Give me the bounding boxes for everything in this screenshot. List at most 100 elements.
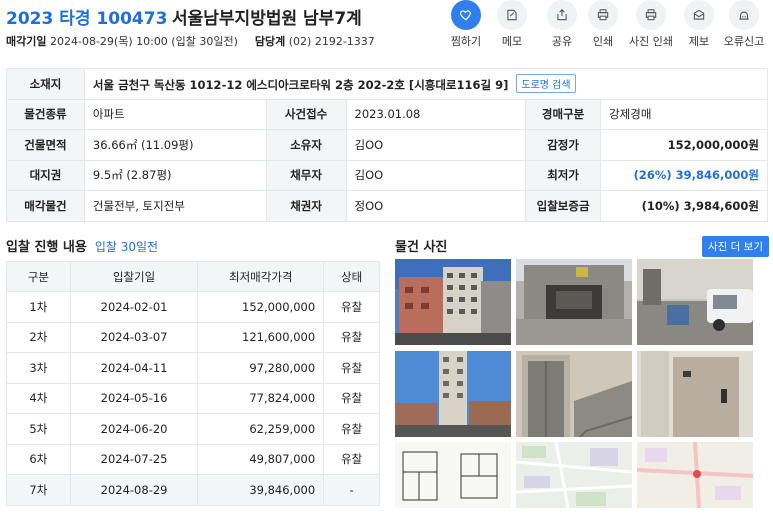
table-row: 1차 2024-02-01 152,000,000 유찰 [6,291,380,323]
auction-type-label: 경매구분 [525,98,602,130]
min-price-label: 최저가 [525,159,602,191]
table-row: 6차 2024-07-25 49,807,000 유찰 [6,443,380,475]
address-label: 소재지 [6,68,85,100]
round-cell: 5차 [6,413,71,445]
round-cell: 7차 [6,474,71,506]
share-button[interactable]: 공유 [539,0,585,49]
print-button[interactable]: 인쇄 [580,0,626,49]
land-right-label: 대지권 [6,159,85,191]
creditor-value: 정OO [345,190,527,222]
error-report-icon [729,0,759,30]
tip-report-button[interactable]: 제보 [676,0,722,49]
sale-date-value: 2024-08-29(목) 10:00 (입찰 30일전) [49,35,238,48]
photo-section-title: 물건 사진 [395,240,448,255]
contact-value: (02) 2192-1337 [288,35,375,48]
property-photo-map-1[interactable] [516,442,632,508]
table-row: 2차 2024-03-07 121,600,000 유찰 [6,321,380,353]
type-label: 물건종류 [6,98,85,130]
report-icon [684,0,714,30]
date-cell: 2024-03-07 [69,321,199,353]
memo-button[interactable]: 메모 [489,0,535,49]
col-header-price: 최저매각가격 [197,261,325,292]
contact-label: 담당계 [254,35,286,48]
tip-report-label: 제보 [688,35,710,48]
building-area-label: 건물면적 [6,129,85,161]
price-cell: 97,280,000 [197,352,325,384]
property-photo-floor-plan[interactable] [395,442,511,508]
date-cell: 2024-07-25 [69,443,199,475]
deposit-value: (10%) 3,984,600원 [600,190,768,222]
property-photo-parking[interactable] [637,259,753,345]
photo-print-label: 사진 인쇄 [629,35,673,48]
round-cell: 2차 [6,321,71,353]
building-area-value: 36.66㎡ (11.09평) [83,129,267,161]
table-row: 3차 2024-04-11 97,280,000 유찰 [6,352,380,384]
status-cell: 유찰 [323,413,380,445]
case-date-label: 사건접수 [265,98,347,130]
page-header: 2023 타경 100473 서울남부지방법원 남부7계 매각기일 2024-0… [0,0,773,58]
price-cell: 121,600,000 [197,321,325,353]
property-info-table: 소재지 서울 금천구 독산동 1012-12 에스디아크로타워 2층 202-2… [6,68,769,222]
appraisal-label: 감정가 [525,129,602,161]
print-label: 인쇄 [592,35,614,48]
col-header-round: 구분 [6,261,71,292]
bid-section-title: 입찰 진행 내용 입찰 30일전 [6,236,158,255]
status-cell: 유찰 [323,321,380,353]
favorite-button[interactable]: 찜하기 [443,0,489,49]
deposit-label: 입찰보증금 [525,190,602,222]
share-icon [547,0,577,30]
property-photo-map-2[interactable] [637,442,753,508]
property-photo-unit-door[interactable] [637,351,753,437]
property-photo-elevator[interactable] [516,351,632,437]
status-cell: 유찰 [323,291,380,323]
more-photos-button[interactable]: 사진 더 보기 [702,236,769,257]
status-cell: 유찰 [323,382,380,414]
sale-date-label: 매각기일 [6,35,47,48]
property-photo-entrance[interactable] [516,259,632,345]
debtor-label: 채무자 [265,159,347,191]
case-date-value: 2023.01.08 [345,98,527,130]
round-cell: 4차 [6,382,71,414]
table-row: 4차 2024-05-16 77,824,000 유찰 [6,382,380,414]
owner-value: 김OO [345,129,527,161]
sale-item-label: 매각물건 [6,190,85,222]
case-number: 2023 타경 100473 [6,9,168,29]
error-report-button[interactable]: 오류신고 [721,0,767,49]
date-cell: 2024-06-20 [69,413,199,445]
property-photo-exterior-2[interactable] [395,351,511,437]
table-row-current: 7차 2024-08-29 39,846,000 - [6,474,380,506]
favorite-label: 찜하기 [450,35,482,48]
date-cell: 2024-02-01 [69,291,199,323]
appraisal-value: 152,000,000원 [600,129,768,161]
bid-section-heading: 입찰 진행 내용 [6,240,87,255]
property-photo-exterior-1[interactable] [395,259,511,345]
round-cell: 6차 [6,443,71,475]
round-cell: 1차 [6,291,71,323]
memo-icon [497,0,527,30]
date-cell: 2024-05-16 [69,382,199,414]
sale-item-value: 건물전부, 토지전부 [83,190,267,222]
bid-section-subtitle: 입찰 30일전 [94,240,159,254]
share-label: 공유 [551,35,573,48]
status-cell: - [323,474,380,506]
creditor-label: 채권자 [265,190,347,222]
sale-info-line: 매각기일 2024-08-29(목) 10:00 (입찰 30일전) 담당계 (… [6,33,375,49]
price-cell: 152,000,000 [197,291,325,323]
error-report-label: 오류신고 [723,35,765,48]
price-cell: 49,807,000 [197,443,325,475]
min-price-value: (26%) 39,846,000원 [600,159,768,191]
auction-type-value: 강제경매 [600,98,768,130]
print-icon [588,0,618,30]
round-cell: 3차 [6,352,71,384]
road-search-button[interactable]: 도로명 검색 [516,74,576,94]
price-cell: 62,259,000 [197,413,325,445]
date-cell: 2024-08-29 [69,474,199,506]
address-cell: 서울 금천구 독산동 1012-12 에스디아크로타워 2층 202-2호 [시… [83,68,769,100]
photo-print-button[interactable]: 사진 인쇄 [628,0,674,49]
price-cell: 39,846,000 [197,474,325,506]
bid-history-table: 구분 입찰기일 최저매각가격 상태 1차 2024-02-01 152,000,… [6,261,380,506]
status-cell: 유찰 [323,443,380,475]
owner-label: 소유자 [265,129,347,161]
court-name: 서울남부지방법원 남부7계 [172,9,362,29]
price-cell: 77,824,000 [197,382,325,414]
